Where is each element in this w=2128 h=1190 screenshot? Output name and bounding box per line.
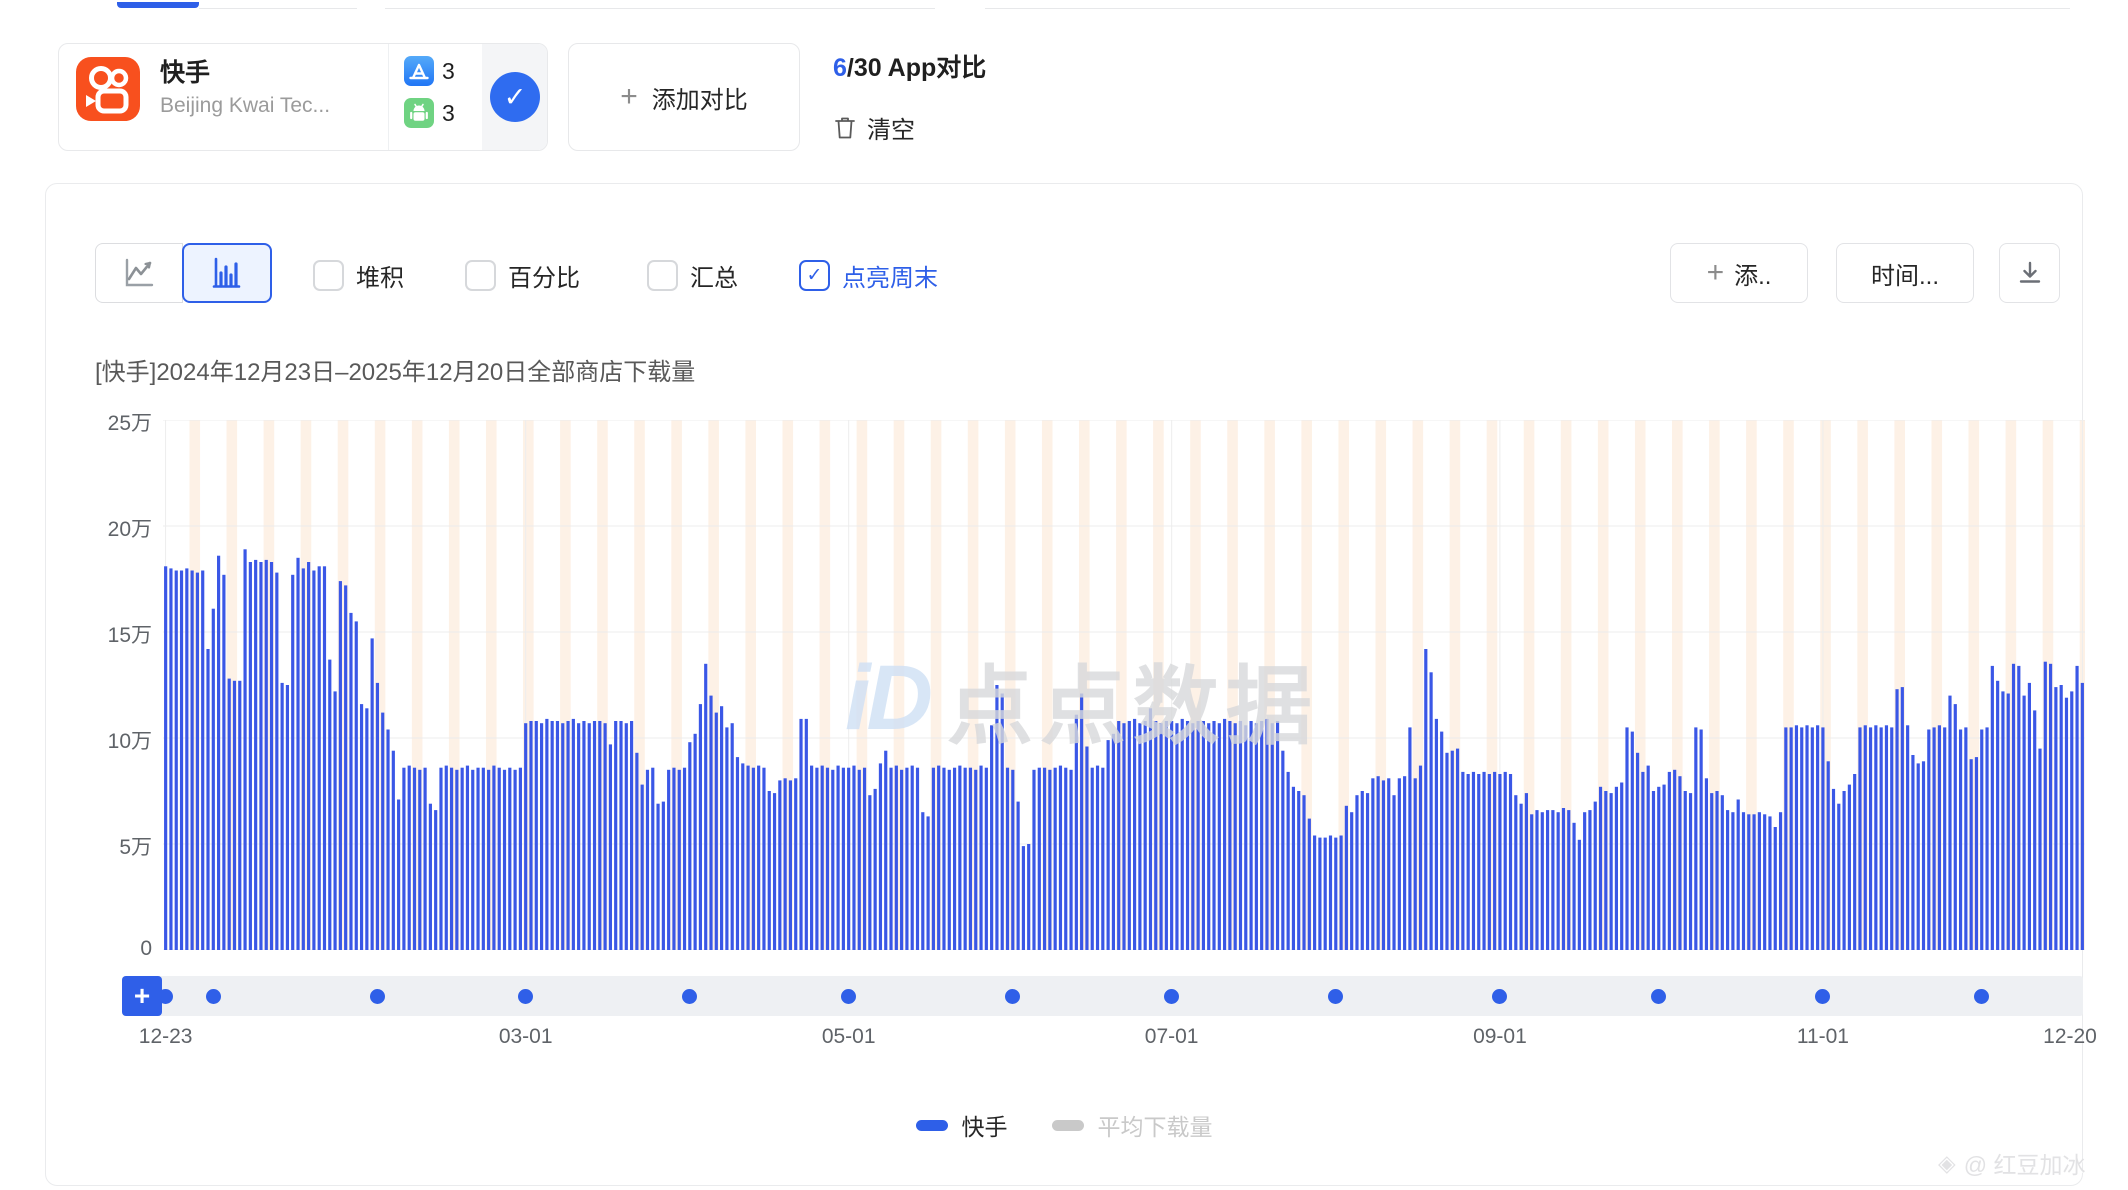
checkbox-percent[interactable]: 百分比: [465, 258, 580, 293]
add-compare-label: 添加对比: [652, 80, 748, 115]
x-tick-label: 12-20: [2043, 1025, 2097, 1049]
diamond-icon: ◈: [1938, 1150, 1956, 1177]
card-divider: [388, 44, 389, 150]
chart-type-bar-button[interactable]: [182, 243, 272, 303]
checkbox-stacked[interactable]: 堆积: [313, 258, 404, 293]
clear-button[interactable]: 清空: [833, 110, 915, 145]
y-tick-label: 25万: [108, 407, 152, 437]
timeline-month-dot: [206, 989, 221, 1004]
timeline-month-dot: [1974, 989, 1989, 1004]
top-active-tab-indicator[interactable]: [117, 2, 199, 8]
timeline-month-dot: [1651, 989, 1666, 1004]
timeline-month-dot: [1815, 989, 1830, 1004]
timeline-month-dot: [1328, 989, 1343, 1004]
weekend-checkbox-icon: ✓: [799, 260, 830, 291]
chart-type-line-button[interactable]: [95, 243, 183, 303]
legend-item-average[interactable]: 平均下载量: [1052, 1108, 1213, 1142]
time-range-button[interactable]: 时间...: [1836, 243, 1974, 303]
line-chart-icon: [121, 255, 157, 291]
app-selected-checkbox[interactable]: ✓: [490, 72, 540, 122]
summary-label: 汇总: [690, 258, 738, 293]
add-compare-button[interactable]: + 添加对比: [568, 43, 800, 151]
bar-chart-icon: [209, 255, 245, 291]
x-tick-label: 03-01: [499, 1025, 553, 1049]
y-tick-label: 20万: [108, 513, 152, 543]
chart-legend: 快手 平均下载量: [45, 1108, 2083, 1142]
app-name: 快手: [160, 53, 210, 89]
timeline-month-dot: [370, 989, 385, 1004]
checkbox-weekend[interactable]: ✓ 点亮周末: [799, 258, 938, 293]
app-company: Beijing Kwai Tec...: [160, 94, 330, 118]
add-app-button[interactable]: + 添..: [1670, 243, 1808, 303]
legend-swatch-kuaishou: [916, 1120, 948, 1131]
legend-label-kuaishou: 快手: [962, 1108, 1008, 1142]
checkbox-summary[interactable]: 汇总: [647, 258, 738, 293]
clear-label: 清空: [867, 110, 915, 145]
y-tick-label: 5万: [119, 831, 152, 861]
x-axis-labels: 12-23 03-01 05-01 07-01 09-01 11-01 12-20: [45, 1025, 2128, 1057]
weekend-label: 点亮周末: [842, 258, 938, 293]
x-tick-label: 09-01: [1473, 1025, 1527, 1049]
percent-checkbox-icon: [465, 260, 496, 291]
timeline-month-dot: [1164, 989, 1179, 1004]
stacked-checkbox-icon: [313, 260, 344, 291]
compare-count-suffix: /30 App对比: [847, 54, 986, 82]
appstore-icon: [404, 56, 434, 86]
y-tick-label: 0: [140, 937, 152, 961]
timeline-scrollbar[interactable]: [122, 976, 2083, 1016]
chart-title: [快手]2024年12月23日–2025年12月20日全部商店下载量: [95, 352, 695, 387]
y-axis-labels: 05万10万15万20万25万: [60, 420, 152, 950]
time-range-label: 时间...: [1871, 256, 1939, 291]
timeline-month-dot: [841, 989, 856, 1004]
download-icon: [2016, 259, 2044, 287]
compare-count: 6/30 App对比: [833, 48, 986, 84]
x-tick-label: 07-01: [1145, 1025, 1199, 1049]
summary-checkbox-icon: [647, 260, 678, 291]
timeline-month-dot: [518, 989, 533, 1004]
stacked-label: 堆积: [356, 258, 404, 293]
add-app-label: 添..: [1734, 256, 1771, 291]
kuaishou-app-icon: [76, 57, 140, 121]
compare-count-current: 6: [833, 54, 847, 82]
android-count: 3: [442, 100, 455, 127]
timeline-month-dot: [1005, 989, 1020, 1004]
y-tick-label: 10万: [108, 725, 152, 755]
legend-swatch-average: [1052, 1120, 1084, 1131]
timeline-add-button[interactable]: +: [122, 976, 162, 1016]
download-button[interactable]: [1999, 243, 2060, 303]
android-icon: [404, 98, 434, 128]
x-tick-label: 05-01: [822, 1025, 876, 1049]
plot-area[interactable]: [163, 420, 2085, 950]
y-tick-label: 15万: [108, 619, 152, 649]
watermark-corner-text: @ 红豆加冰: [1964, 1146, 2086, 1180]
plus-icon: +: [1707, 256, 1725, 290]
legend-item-kuaishou[interactable]: 快手: [916, 1108, 1008, 1142]
percent-label: 百分比: [508, 258, 580, 293]
timeline-month-dot: [1492, 989, 1507, 1004]
x-tick-label: 11-01: [1797, 1025, 1849, 1049]
top-divider: [985, 8, 2070, 9]
x-tick-label: 12-23: [139, 1025, 193, 1049]
timeline-month-dot: [682, 989, 697, 1004]
appstore-count: 3: [442, 58, 455, 85]
trash-icon: [833, 115, 857, 141]
top-divider: [199, 8, 357, 9]
plus-icon: +: [620, 80, 638, 114]
legend-label-average: 平均下载量: [1098, 1108, 1213, 1142]
watermark-corner: ◈ @ 红豆加冰: [1938, 1146, 2085, 1180]
top-divider: [385, 8, 935, 9]
